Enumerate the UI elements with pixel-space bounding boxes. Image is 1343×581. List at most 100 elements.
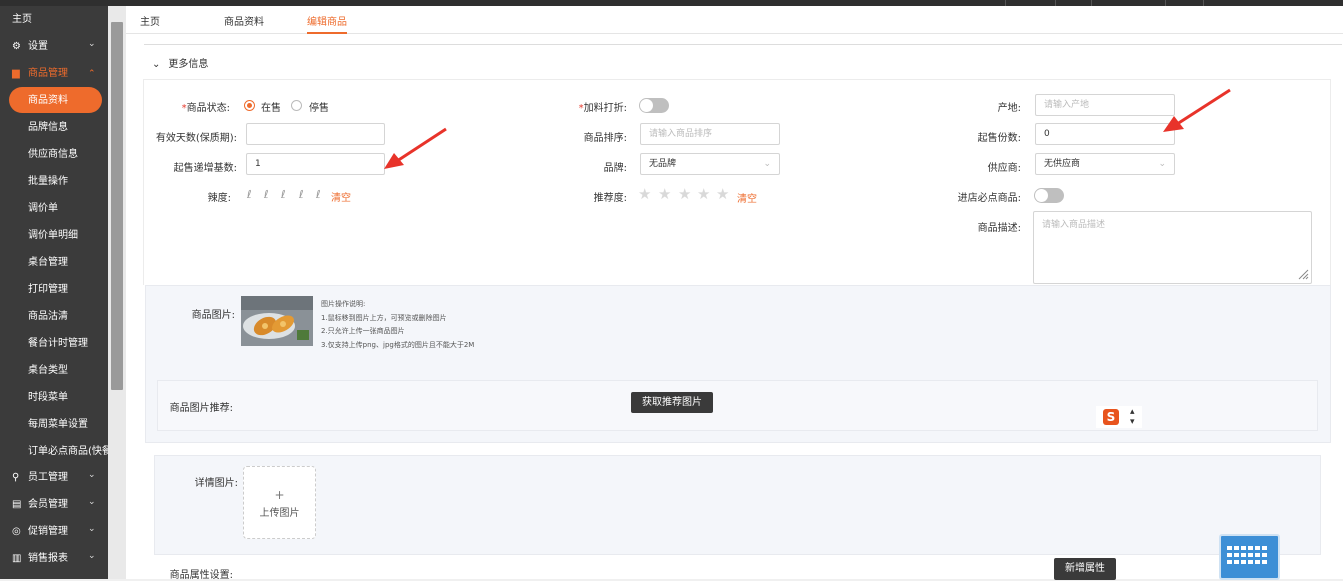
- chevron-down-icon: ⌄: [763, 159, 771, 169]
- member-icon: ▤: [12, 499, 22, 510]
- brand-select[interactable]: 无品牌 ⌄: [640, 153, 780, 175]
- product-image[interactable]: [241, 296, 313, 346]
- origin-input[interactable]: 请输入产地: [1035, 94, 1175, 116]
- recommend-image-label: 商品图片推荐:: [169, 403, 233, 414]
- status-label: *商品状态:: [181, 103, 230, 114]
- star-icon[interactable]: ★: [678, 187, 691, 202]
- min-qty-input[interactable]: 0: [1035, 123, 1175, 145]
- tab-edit-goods[interactable]: 编辑商品: [307, 13, 347, 28]
- detail-image-label: 详情图片:: [194, 478, 238, 489]
- recommend-panel: [157, 380, 1318, 431]
- sidebar-subitem[interactable]: 调价单明细: [0, 222, 108, 249]
- resize-handle-icon[interactable]: [1297, 268, 1309, 280]
- sidebar-item-sales[interactable]: ▥ 销售报表 ⌄: [0, 545, 108, 572]
- sidebar-scrollbar-thumb[interactable]: [111, 22, 123, 390]
- star-icon[interactable]: ★: [638, 187, 651, 202]
- recommend-label: 推荐度:: [593, 193, 627, 204]
- section-header[interactable]: ⌄ 更多信息: [152, 55, 208, 70]
- detail-panel: [154, 455, 1321, 555]
- supplier-select[interactable]: 无供应商 ⌄: [1035, 153, 1175, 175]
- sidebar-subitem[interactable]: 商品资料: [0, 87, 108, 114]
- tab-home[interactable]: 主页: [140, 13, 160, 28]
- chevron-down-icon: ⌄: [88, 551, 96, 561]
- sidebar-subitem[interactable]: 打印管理: [0, 276, 108, 303]
- status-on-label: 在售: [261, 103, 281, 114]
- sidebar-subitem[interactable]: 供应商信息: [0, 141, 108, 168]
- shelf-days-input[interactable]: [246, 123, 385, 145]
- desc-textarea[interactable]: 请输入商品描述: [1033, 211, 1312, 284]
- star-icon[interactable]: ★: [697, 187, 710, 202]
- addon-toggle[interactable]: [639, 98, 669, 113]
- chevron-down-icon: ⌄: [88, 497, 96, 507]
- status-off-radio[interactable]: [291, 100, 302, 111]
- goods-icon: ▆: [12, 68, 20, 79]
- chevron-down-icon: ⌄: [88, 524, 96, 534]
- ime-toolbar[interactable]: S ▴ ▾: [1096, 406, 1142, 428]
- sidebar: 主页 ⚙ 设置 ⌄ ▆ 商品管理 ⌃ ⚲ 员工管理 ⌄ ▤ 会员管理 ⌄ ◎ 促…: [0, 6, 108, 579]
- gear-icon: ⚙: [12, 41, 21, 52]
- divider: [144, 44, 1342, 45]
- star-icon[interactable]: ★: [716, 187, 729, 202]
- sort-input[interactable]: 请输入商品排序: [640, 123, 780, 145]
- sidebar-subitem[interactable]: 品牌信息: [0, 114, 108, 141]
- tab-bar: 主页 商品资料 编辑商品: [126, 6, 1343, 34]
- annotation-arrow: [1163, 88, 1231, 132]
- desc-label: 商品描述:: [977, 223, 1021, 234]
- must-order-label: 进店必点商品:: [957, 193, 1021, 204]
- chili-icon[interactable]: ℓ: [264, 188, 269, 201]
- increment-input[interactable]: 1: [246, 153, 385, 175]
- ime-arrow-icon: ▴ ▾: [1130, 407, 1135, 427]
- brand-label: 品牌:: [603, 163, 627, 174]
- sidebar-item-goods[interactable]: ▆ 商品管理 ⌃: [0, 60, 108, 87]
- sidebar-subitem[interactable]: 餐台计时管理: [0, 330, 108, 357]
- chili-icon[interactable]: ℓ: [281, 188, 286, 201]
- keyboard-keys: [1227, 546, 1267, 564]
- origin-label: 产地:: [997, 103, 1021, 114]
- upload-image-button[interactable]: + 上传图片: [243, 466, 316, 539]
- plus-icon: +: [274, 488, 285, 502]
- min-qty-label: 起售份数:: [977, 133, 1021, 144]
- sidebar-subitem[interactable]: 批量操作: [0, 168, 108, 195]
- chevron-down-icon: ⌄: [88, 39, 96, 49]
- sidebar-subitem[interactable]: 调价单: [0, 195, 108, 222]
- must-order-toggle[interactable]: [1034, 188, 1064, 203]
- sidebar-subitem[interactable]: 桌台类型: [0, 357, 108, 384]
- sidebar-item-member[interactable]: ▤ 会员管理 ⌄: [0, 491, 108, 518]
- image-notes: 图片操作说明: 1.鼠标移到图片上方，可预览或删除图片 2.只允许上传一张商品图…: [321, 300, 475, 349]
- add-attr-button[interactable]: 新增属性: [1054, 558, 1116, 580]
- chevron-down-icon: ⌄: [1158, 159, 1166, 169]
- sidebar-subitem[interactable]: 订单必点商品(快餐): [0, 438, 108, 465]
- staff-icon: ⚲: [12, 472, 20, 483]
- tab-goods-info[interactable]: 商品资料: [224, 13, 264, 28]
- chili-icon[interactable]: ℓ: [299, 188, 304, 201]
- chevron-up-icon: ⌃: [88, 69, 96, 79]
- sidebar-item-settings[interactable]: ⚙ 设置 ⌄: [0, 33, 108, 60]
- addon-label: *加料打折:: [578, 103, 627, 114]
- sidebar-item-promo[interactable]: ◎ 促销管理 ⌄: [0, 518, 108, 545]
- sidebar-subitem[interactable]: 桌台管理: [0, 249, 108, 276]
- sidebar-subitem[interactable]: 每周菜单设置: [0, 411, 108, 438]
- sort-label: 商品排序:: [583, 133, 627, 144]
- supplier-label: 供应商:: [987, 163, 1021, 174]
- sogou-icon: S: [1103, 409, 1119, 425]
- sidebar-subitem[interactable]: 时段菜单: [0, 384, 108, 411]
- chili-icon[interactable]: ℓ: [316, 188, 321, 201]
- status-off-label: 停售: [309, 103, 329, 114]
- sidebar-item-staff[interactable]: ⚲ 员工管理 ⌄: [0, 464, 108, 491]
- spicy-label: 辣度:: [207, 193, 231, 204]
- status-on-radio[interactable]: [244, 100, 255, 111]
- sidebar-subitem[interactable]: 商品沽清: [0, 303, 108, 330]
- get-recommend-image-button[interactable]: 获取推荐图片: [631, 392, 713, 413]
- promo-icon: ◎: [12, 526, 21, 537]
- shelf-label: 有效天数(保质期):: [155, 133, 237, 144]
- chevron-down-icon: ⌄: [88, 470, 96, 480]
- chili-icon[interactable]: ℓ: [247, 188, 252, 201]
- keyboard-icon[interactable]: [1219, 534, 1280, 580]
- image-label: 商品图片:: [191, 310, 235, 321]
- sidebar-item-home[interactable]: 主页: [0, 6, 108, 33]
- chevron-down-icon: ⌄: [152, 59, 161, 70]
- annotation-arrow: [384, 127, 447, 169]
- clear-recommend-link[interactable]: 清空: [737, 190, 757, 205]
- star-icon[interactable]: ★: [658, 187, 671, 202]
- clear-spicy-link[interactable]: 清空: [331, 189, 351, 204]
